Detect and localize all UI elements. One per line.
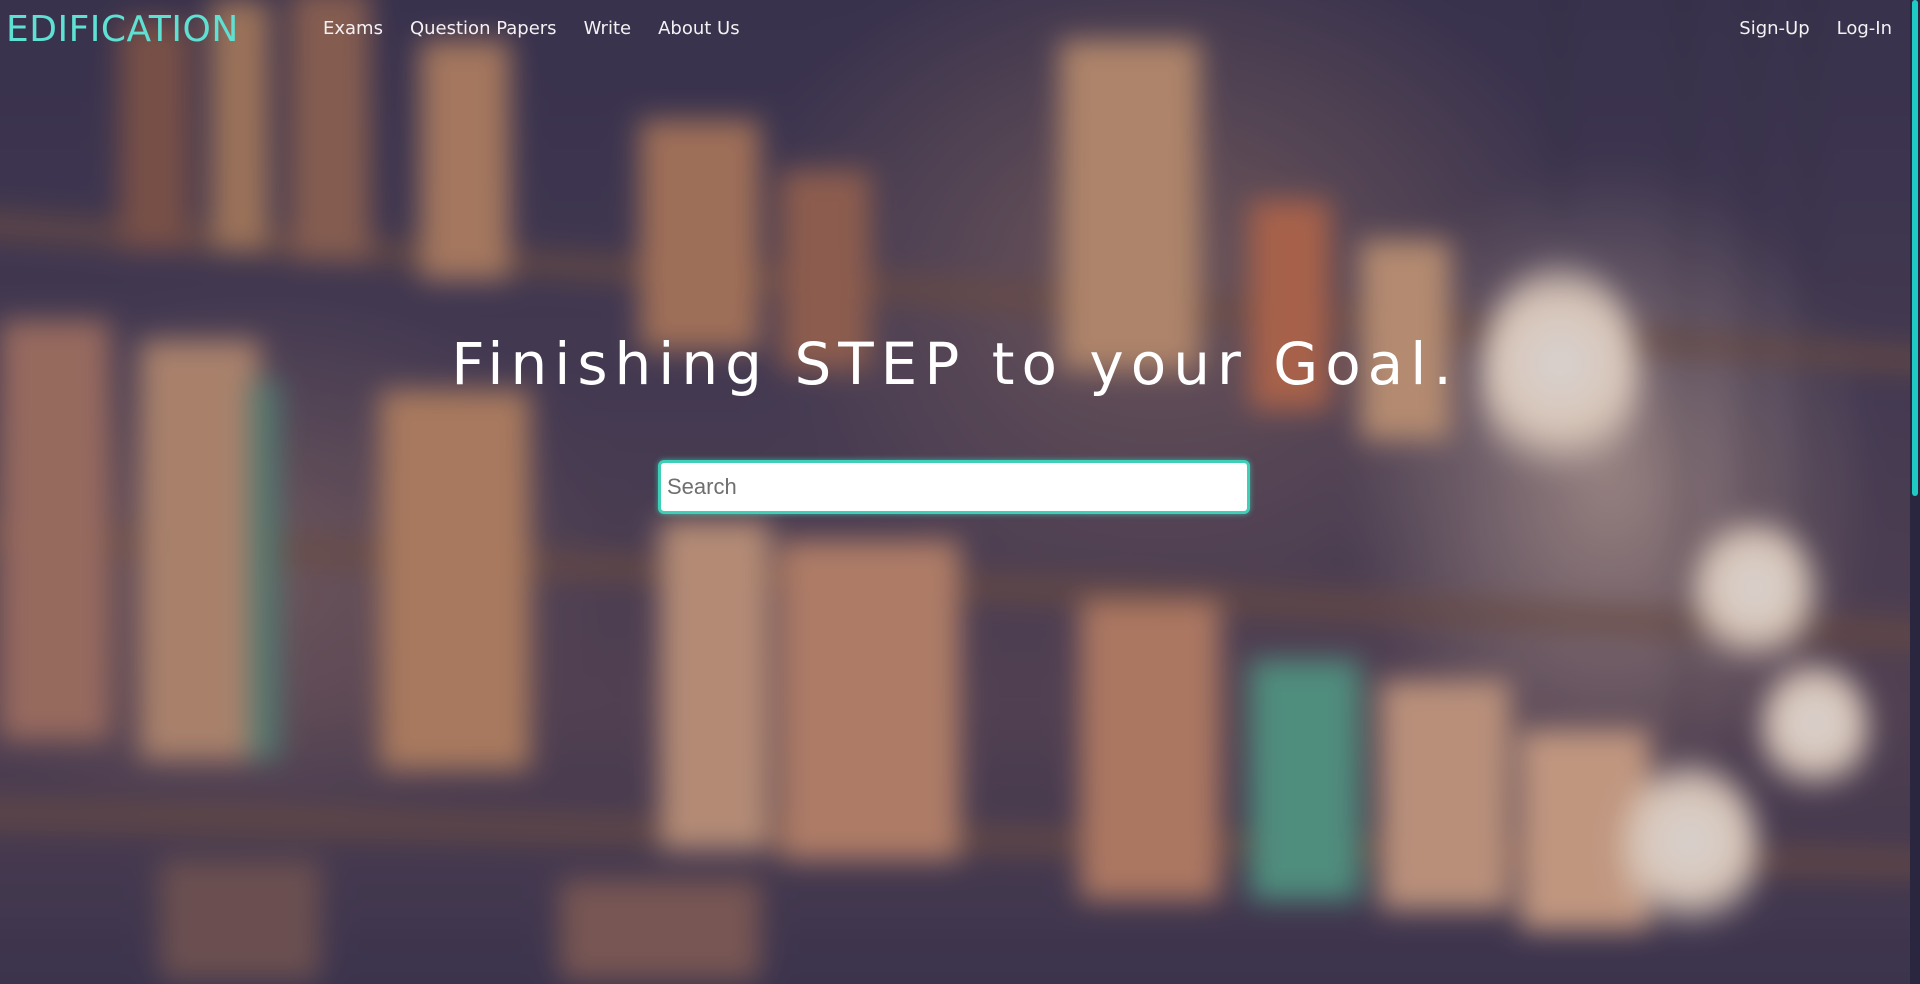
nav-link-question-papers[interactable]: Question Papers [410,18,557,39]
page-scrollbar[interactable] [1910,0,1920,984]
nav-link-write[interactable]: Write [584,18,632,39]
search-input[interactable] [658,460,1250,514]
scrollbar-thumb[interactable] [1912,0,1918,496]
search-container [658,460,1250,514]
nav-link-about-us[interactable]: About Us [658,18,740,39]
nav-link-log-in[interactable]: Log-In [1837,18,1892,39]
page: EDIFICATION Exams Question Papers Write … [0,0,1920,984]
primary-nav: Exams Question Papers Write About Us [323,18,767,39]
account-nav: Sign-Up Log-In [1712,18,1892,39]
nav-link-exams[interactable]: Exams [323,18,383,39]
hero-title: Finishing STEP to your Goal. [451,330,1459,398]
nav-link-sign-up[interactable]: Sign-Up [1739,18,1809,39]
brand-logo-link[interactable]: EDIFICATION [6,9,239,50]
top-navbar: EDIFICATION Exams Question Papers Write … [0,0,1920,62]
